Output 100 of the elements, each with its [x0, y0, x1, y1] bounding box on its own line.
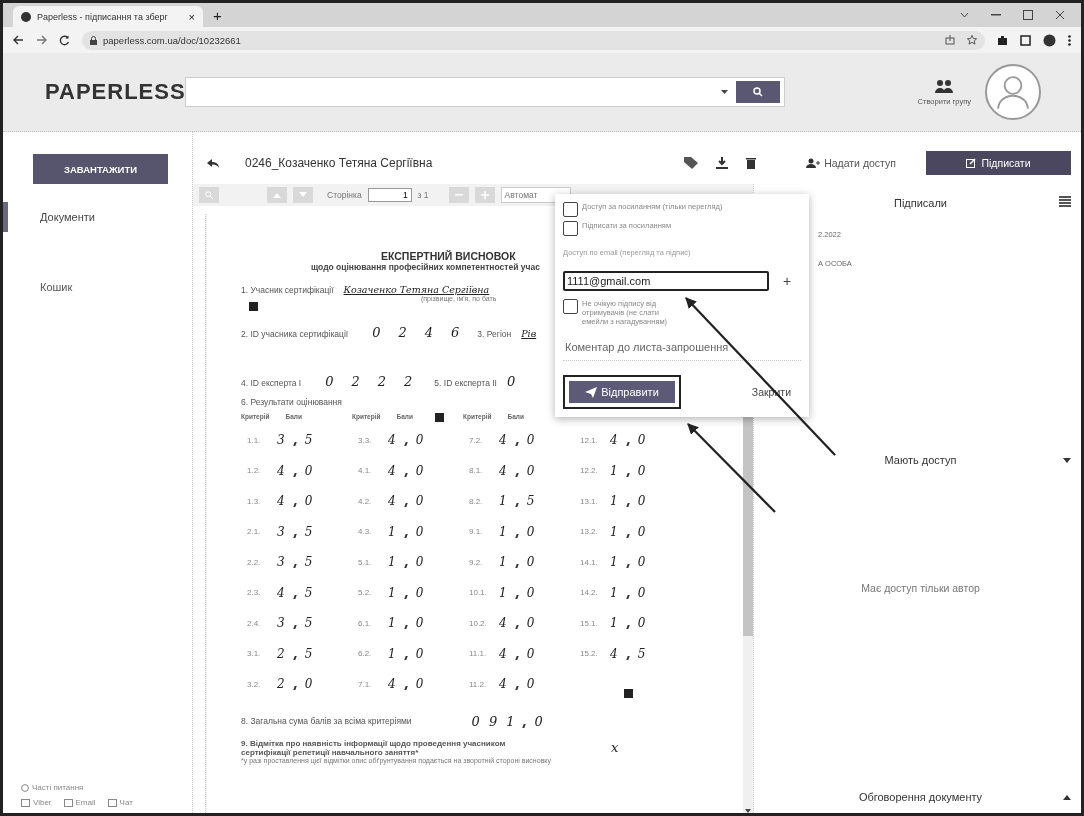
share-icon[interactable] — [945, 35, 955, 45]
handwritten-digit: 4 — [499, 677, 507, 692]
handwritten-digit: 5 — [526, 494, 535, 509]
square-icon — [63, 798, 73, 807]
download-icon[interactable] — [716, 157, 729, 169]
criterion-number: 13.2. — [579, 527, 599, 537]
browser-tab[interactable]: Paperless - підписання та зберг × — [13, 6, 203, 27]
plus-icon — [480, 191, 489, 199]
tag-icon[interactable] — [684, 157, 699, 169]
handwritten-digit: 0 — [526, 677, 535, 692]
handwritten-digit: 1 — [610, 463, 618, 478]
address-bar[interactable]: paperless.com.ua/doc/10232661 — [82, 30, 985, 50]
minimize-icon[interactable] — [991, 14, 1001, 16]
handwritten-digit: 1 — [610, 494, 618, 509]
contact-link[interactable]: Email — [63, 798, 96, 807]
decimal-mark-icon — [403, 503, 408, 508]
page-label: Сторінка — [327, 190, 362, 200]
decimal-mark-icon — [403, 655, 408, 660]
decimal-mark-icon — [625, 625, 630, 630]
profile-icon[interactable] — [1043, 33, 1056, 47]
new-tab-button[interactable]: + — [213, 6, 222, 24]
group-icon[interactable] — [935, 78, 954, 93]
contact-link[interactable]: Viber — [21, 798, 52, 807]
decimal-mark-icon — [625, 442, 630, 447]
criterion-number: 9.1. — [468, 527, 484, 537]
list-icon[interactable] — [1059, 196, 1071, 207]
handwritten-digit: 3 — [277, 616, 285, 631]
reload-icon[interactable] — [59, 34, 70, 46]
marker-square-icon — [249, 302, 258, 311]
maximize-icon[interactable] — [1023, 10, 1033, 20]
contact-link[interactable]: Чат — [107, 798, 133, 807]
handwritten-digit: 0 — [372, 325, 381, 340]
add-button[interactable]: + — [783, 273, 792, 289]
scroll-down-icon[interactable] — [745, 809, 751, 813]
zoom-select[interactable]: Автомат — [500, 187, 571, 203]
caret-down-icon[interactable] — [1063, 457, 1071, 463]
decimal-mark-icon — [625, 503, 630, 508]
tab-close-button[interactable]: × — [188, 10, 195, 23]
decimal-mark-icon — [292, 564, 297, 569]
search-field[interactable] — [185, 77, 785, 107]
criterion-number: 2.4. — [246, 618, 262, 628]
email-field[interactable]: 1111@gmail.com — [563, 271, 769, 291]
criterion-number: 2.2. — [246, 557, 262, 567]
criterion-number: 8.2. — [468, 496, 484, 506]
handwritten-digit: 1 — [610, 616, 618, 631]
logo[interactable]: PAPERLESS — [45, 79, 185, 105]
handwritten-digit: 1 — [506, 713, 515, 729]
handwritten-digit: 0 — [637, 585, 646, 600]
help-icon — [21, 783, 29, 792]
handwritten-digit: 5 — [304, 585, 313, 600]
search-icon — [205, 191, 213, 199]
criterion-number: 1.3. — [246, 496, 262, 506]
sidebar-item[interactable]: Кошик — [3, 272, 192, 302]
sidebar-icon[interactable] — [1020, 34, 1031, 46]
faq-link[interactable]: Часті питання — [21, 783, 192, 792]
triangle-down-icon — [299, 192, 307, 198]
sign-button[interactable]: Підписати — [926, 151, 1071, 175]
decimal-mark-icon — [514, 533, 519, 538]
handwritten-digit: 0 — [637, 433, 646, 448]
handwritten-digit: 0 — [526, 585, 535, 600]
handwritten-digit: 0 — [415, 646, 424, 661]
handwritten-digit: 1 — [388, 616, 396, 631]
square-icon — [21, 798, 30, 807]
search-icon — [753, 87, 763, 97]
forward-arrow-icon[interactable] — [36, 35, 47, 45]
search-button[interactable] — [736, 81, 780, 103]
handwritten-digit: 4 — [277, 494, 285, 509]
handwritten-digit: 5 — [304, 616, 313, 631]
close-icon[interactable] — [1055, 10, 1065, 20]
reply-arrow-icon[interactable] — [207, 158, 219, 168]
upload-button[interactable]: ЗАВАНТАЖИТИ — [33, 154, 168, 184]
decimal-mark-icon — [625, 655, 630, 660]
back-arrow-icon[interactable] — [13, 35, 24, 45]
more-icon[interactable] — [1068, 34, 1071, 46]
decimal-mark-icon — [403, 625, 408, 630]
checkbox[interactable] — [563, 221, 578, 236]
decimal-mark-icon — [292, 686, 297, 691]
decimal-mark-icon — [292, 442, 297, 447]
handwritten-digit: 0 — [304, 677, 313, 692]
caret-up-icon[interactable] — [1063, 794, 1071, 800]
handwritten-digit: 2 — [277, 677, 285, 692]
chevron-down-icon[interactable] — [960, 12, 969, 18]
star-icon[interactable] — [967, 35, 977, 45]
decimal-mark-icon — [514, 686, 519, 691]
handwritten-digit: 0 — [526, 555, 535, 570]
page-field[interactable]: 1 — [367, 188, 412, 202]
caret-icon[interactable] — [721, 90, 728, 94]
handwritten-digit: 0 — [304, 494, 313, 509]
handwritten-digit: 0 — [637, 524, 646, 539]
checkbox[interactable] — [563, 299, 578, 314]
section-title[interactable]: Мають доступ — [884, 454, 957, 466]
checkbox[interactable] — [563, 202, 578, 217]
send-button[interactable]: Відправити — [569, 381, 675, 403]
section-title[interactable]: Обговорення документу — [858, 791, 983, 803]
decimal-mark-icon — [514, 655, 519, 660]
trash-icon[interactable] — [746, 157, 757, 169]
handwritten-digit: 1 — [610, 585, 618, 600]
share-button[interactable]: Надати доступ — [800, 156, 902, 170]
avatar-icon[interactable] — [985, 64, 1041, 120]
handwritten-digit: 0 — [526, 646, 535, 661]
